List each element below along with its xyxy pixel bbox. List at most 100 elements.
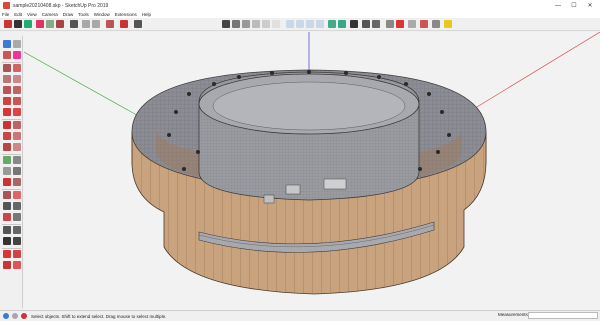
menu-help[interactable]: Help bbox=[142, 12, 151, 17]
follow-me-icon[interactable] bbox=[13, 132, 21, 140]
orbit-icon[interactable] bbox=[3, 191, 11, 199]
top-view-icon[interactable] bbox=[296, 20, 304, 28]
offset-icon[interactable] bbox=[13, 143, 21, 151]
previous-view-icon[interactable] bbox=[13, 213, 21, 221]
paint-bucket-icon[interactable] bbox=[3, 51, 11, 59]
ruby-icon[interactable] bbox=[420, 20, 428, 28]
open-file-icon[interactable] bbox=[14, 20, 22, 28]
zoom-icon[interactable] bbox=[3, 202, 11, 210]
warehouse-icon[interactable] bbox=[36, 20, 44, 28]
menu-camera[interactable]: Camera bbox=[42, 12, 58, 17]
model-canvas[interactable] bbox=[24, 32, 600, 310]
measurements-input[interactable] bbox=[528, 312, 598, 319]
menu-view[interactable]: View bbox=[27, 12, 37, 17]
rotate-icon[interactable] bbox=[3, 132, 11, 140]
roof-skylight bbox=[323, 178, 347, 190]
walk-icon[interactable] bbox=[3, 237, 11, 245]
redo-icon[interactable] bbox=[92, 20, 100, 28]
geo-location-icon[interactable] bbox=[386, 20, 394, 28]
tape-icon[interactable] bbox=[432, 20, 440, 28]
undo-icon[interactable] bbox=[82, 20, 90, 28]
back-view-icon[interactable] bbox=[328, 20, 336, 28]
sandbox-from-scratch-icon[interactable] bbox=[13, 250, 21, 258]
protractor-icon[interactable] bbox=[3, 167, 11, 175]
make-component-icon[interactable] bbox=[13, 40, 21, 48]
menu-edit[interactable]: Edit bbox=[14, 12, 22, 17]
section-fill-icon[interactable] bbox=[372, 20, 380, 28]
arc-icon[interactable] bbox=[3, 97, 11, 105]
section-plane-icon[interactable] bbox=[350, 20, 358, 28]
toolbar-separator bbox=[2, 224, 21, 225]
front-view-icon[interactable] bbox=[306, 20, 314, 28]
back-edges-icon[interactable] bbox=[232, 20, 240, 28]
scale-icon[interactable] bbox=[3, 143, 11, 151]
iso-view-icon[interactable] bbox=[286, 20, 294, 28]
components-icon[interactable] bbox=[120, 20, 128, 28]
look-around-icon[interactable] bbox=[13, 226, 21, 234]
xray-icon[interactable] bbox=[222, 20, 230, 28]
line-icon[interactable] bbox=[3, 64, 11, 72]
three-point-arc-icon[interactable] bbox=[3, 108, 11, 116]
model-info-icon[interactable] bbox=[56, 20, 64, 28]
section-plane-tool-icon[interactable] bbox=[13, 237, 21, 245]
main-toolbar: 1 2 3 4 5 6 7 8 9 0 bbox=[0, 18, 600, 48]
model-viewport[interactable] bbox=[24, 32, 600, 310]
position-camera-icon[interactable] bbox=[3, 226, 11, 234]
axes-icon[interactable] bbox=[3, 178, 11, 186]
window-controls: — ☐ ✕ bbox=[550, 0, 598, 11]
toolbar-separator bbox=[2, 189, 21, 190]
menu-extensions[interactable]: Extensions bbox=[115, 12, 137, 17]
pan-icon[interactable] bbox=[13, 191, 21, 199]
menu-window[interactable]: Window bbox=[94, 12, 110, 17]
stamp-icon[interactable] bbox=[13, 261, 21, 269]
sketchup-app-icon bbox=[3, 2, 10, 9]
zoom-window-icon[interactable] bbox=[13, 202, 21, 210]
paint-icon[interactable] bbox=[106, 20, 114, 28]
sketchup-window: sample20210408.skp - SketchUp Pro 2019 —… bbox=[0, 0, 600, 321]
toolbar-separator bbox=[2, 248, 21, 249]
textured-icon[interactable] bbox=[272, 20, 280, 28]
minimize-button[interactable]: — bbox=[550, 0, 566, 11]
menu-draw[interactable]: Draw bbox=[63, 12, 74, 17]
section-cut-icon[interactable] bbox=[362, 20, 370, 28]
circle-icon[interactable] bbox=[3, 86, 11, 94]
title-bar: sample20210408.skp - SketchUp Pro 2019 —… bbox=[0, 0, 600, 11]
hidden-line-icon[interactable] bbox=[252, 20, 260, 28]
right-view-icon[interactable] bbox=[316, 20, 324, 28]
status-hint: Select objects. Shift to extend select. … bbox=[31, 313, 167, 319]
eraser-icon[interactable] bbox=[13, 51, 21, 59]
left-view-icon[interactable] bbox=[338, 20, 346, 28]
two-point-arc-icon[interactable] bbox=[13, 97, 21, 105]
extension-warehouse-icon[interactable] bbox=[396, 20, 404, 28]
move-icon[interactable] bbox=[3, 121, 11, 129]
text-icon[interactable] bbox=[13, 167, 21, 175]
close-button[interactable]: ✕ bbox=[582, 0, 598, 11]
layout-icon[interactable] bbox=[408, 20, 416, 28]
left-toolbar bbox=[0, 36, 23, 308]
lightbulb-icon[interactable] bbox=[444, 20, 452, 28]
new-file-icon[interactable] bbox=[4, 20, 12, 28]
polygon-icon[interactable] bbox=[13, 86, 21, 94]
print-icon[interactable] bbox=[46, 20, 54, 28]
pie-icon[interactable] bbox=[13, 108, 21, 116]
dimension-icon[interactable] bbox=[13, 156, 21, 164]
styles-icon[interactable] bbox=[134, 20, 142, 28]
wireframe-icon[interactable] bbox=[242, 20, 250, 28]
menu-file[interactable]: File bbox=[2, 12, 9, 17]
zoom-extents-icon[interactable] bbox=[3, 213, 11, 221]
smoove-icon[interactable] bbox=[3, 261, 11, 269]
rotated-rectangle-icon[interactable] bbox=[13, 75, 21, 83]
toolbar-separator bbox=[2, 154, 21, 155]
3d-text-icon[interactable] bbox=[13, 178, 21, 186]
menu-tools[interactable]: Tools bbox=[78, 12, 89, 17]
rectangle-icon[interactable] bbox=[3, 75, 11, 83]
freehand-icon[interactable] bbox=[13, 64, 21, 72]
maximize-button[interactable]: ☐ bbox=[566, 0, 582, 11]
select-icon[interactable] bbox=[3, 40, 11, 48]
cut-icon[interactable] bbox=[70, 20, 78, 28]
sandbox-from-contours-icon[interactable] bbox=[3, 250, 11, 258]
pushpull-icon[interactable] bbox=[13, 121, 21, 129]
shaded-icon[interactable] bbox=[262, 20, 270, 28]
tape-measure-icon[interactable] bbox=[3, 156, 11, 164]
save-icon[interactable] bbox=[24, 20, 32, 28]
